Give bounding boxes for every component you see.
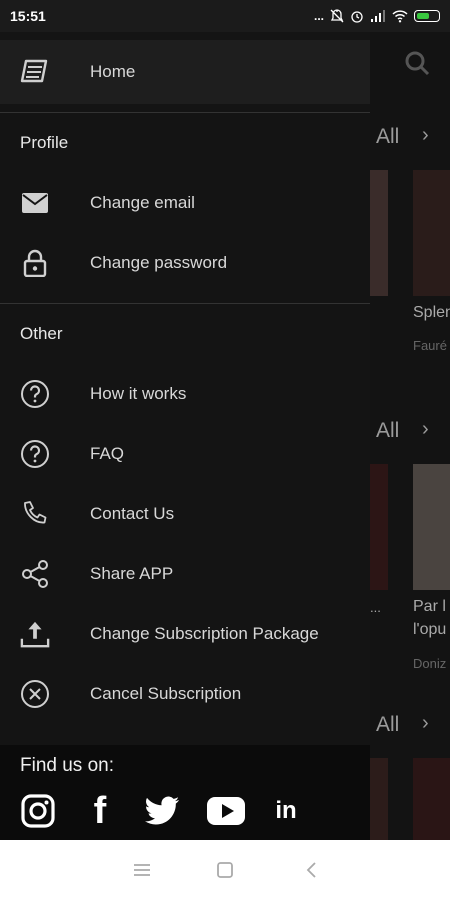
system-nav-bar (0, 840, 450, 900)
album-title: Par l (413, 598, 446, 615)
navigation-drawer: Home Profile Change email Change passwor… (0, 32, 370, 840)
chevron-right-icon[interactable]: › (422, 712, 429, 735)
share-icon (20, 559, 50, 589)
chevron-right-icon[interactable]: › (422, 418, 429, 441)
question-circle-icon (20, 439, 50, 469)
drawer-item-label: Change email (90, 193, 195, 212)
drawer-item-label: FAQ (90, 444, 125, 463)
drawer-item-contact-us[interactable]: Contact Us (0, 484, 370, 544)
status-dots: ... (313, 9, 324, 23)
see-all-link[interactable]: All (376, 713, 399, 737)
drawer-item-label: Home (90, 62, 136, 81)
phone-icon (20, 499, 50, 529)
section-title-other: Other (20, 324, 63, 343)
drawer-item-change-password[interactable]: Change password (0, 233, 370, 293)
ellipsis-text: ... (370, 600, 381, 615)
album-title: l'opu (413, 621, 447, 638)
menu-icon[interactable] (130, 858, 154, 882)
close-circle-icon (20, 679, 50, 709)
drawer-item-change-email[interactable]: Change email (0, 173, 370, 233)
back-icon[interactable] (300, 858, 324, 882)
album-card[interactable] (413, 758, 450, 840)
divider (0, 303, 370, 304)
see-all-link[interactable]: All (376, 419, 399, 443)
mute-icon (330, 9, 344, 23)
chevron-right-icon[interactable]: › (422, 124, 429, 147)
album-card[interactable] (413, 170, 450, 296)
drawer-item-cancel-subscription[interactable]: Cancel Subscription (0, 664, 370, 724)
drawer-item-home[interactable]: Home (0, 40, 370, 104)
album-card[interactable] (370, 170, 388, 296)
upload-icon (20, 619, 50, 649)
battery-icon (414, 10, 440, 22)
section-title-profile: Profile (20, 133, 69, 152)
drawer-item-label: Share APP (90, 564, 174, 583)
wifi-icon (392, 10, 408, 23)
signal-icon (371, 10, 385, 22)
see-all-link[interactable]: All (376, 125, 399, 149)
drawer-footer: Find us on: f in (0, 745, 370, 840)
album-artist: Fauré (413, 338, 447, 353)
status-icons: ... (314, 9, 440, 23)
drawer-item-how-it-works[interactable]: How it works (0, 364, 370, 424)
home-icon[interactable] (213, 858, 237, 882)
album-card[interactable] (413, 464, 450, 590)
drawer-item-label: Change Subscription Package (90, 624, 319, 643)
lock-icon (20, 248, 50, 278)
envelope-icon (20, 188, 50, 218)
drawer-item-label: Cancel Subscription (90, 684, 242, 703)
status-bar: 15:51 ... (0, 0, 450, 32)
facebook-icon[interactable]: f (80, 790, 120, 832)
album-artist: Doniz (413, 656, 447, 671)
status-time: 15:51 (10, 8, 46, 24)
album-card[interactable] (370, 464, 388, 590)
drawer-item-change-subscription[interactable]: Change Subscription Package (0, 604, 370, 664)
instagram-icon[interactable] (18, 791, 58, 831)
book-icon (20, 57, 50, 87)
drawer-item-faq[interactable]: FAQ (0, 424, 370, 484)
album-title: Splen (413, 304, 450, 321)
background-content: All › Splen Fauré All › ... Par l l'opu … (370, 32, 450, 840)
search-icon[interactable] (404, 50, 430, 76)
album-card[interactable] (370, 758, 388, 840)
question-circle-icon (20, 379, 50, 409)
divider (0, 112, 370, 113)
drawer-item-share-app[interactable]: Share APP (0, 544, 370, 604)
youtube-icon[interactable] (204, 791, 248, 831)
linkedin-icon[interactable]: in (266, 791, 306, 831)
drawer-item-label: Contact Us (90, 504, 175, 523)
twitter-icon[interactable] (142, 791, 182, 831)
find-us-label: Find us on: (20, 755, 114, 776)
drawer-item-label: Change password (90, 253, 228, 272)
alarm-icon (351, 11, 363, 23)
drawer-item-label: How it works (90, 384, 187, 403)
